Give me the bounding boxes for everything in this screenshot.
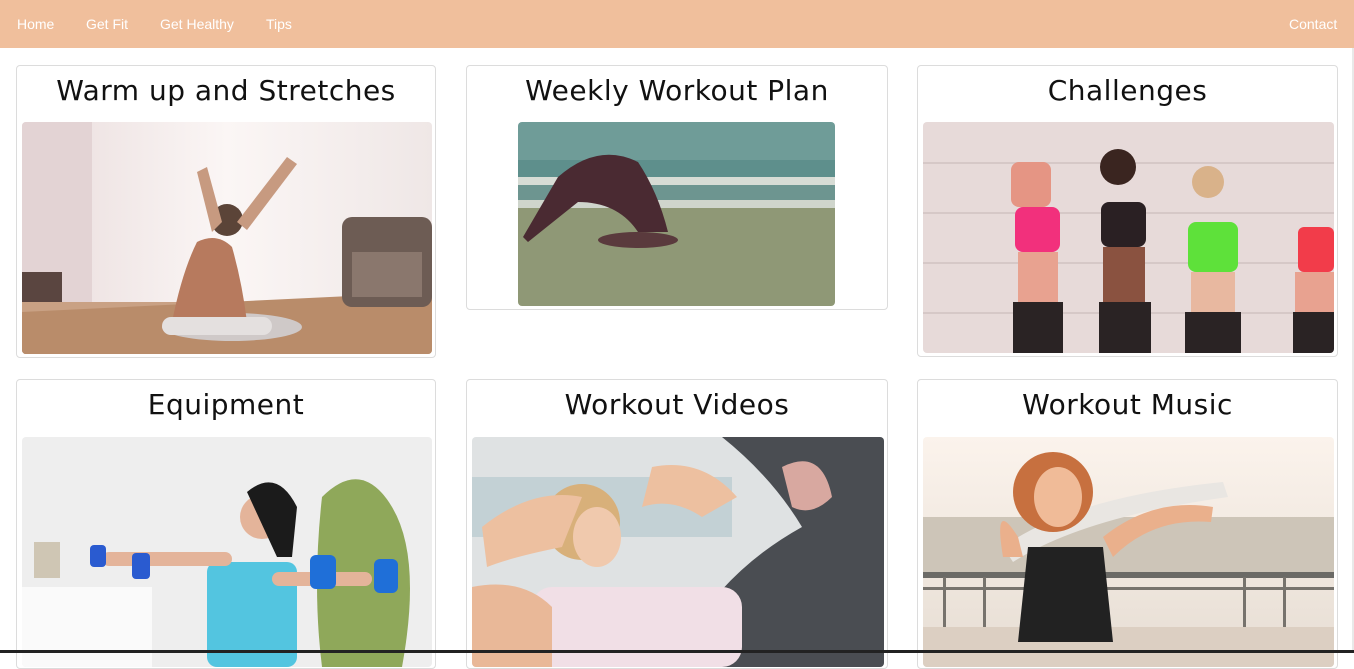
card-weekly-plan[interactable]: Weekly Workout Plan	[466, 65, 888, 310]
card-warm-up[interactable]: Warm up and Stretches	[16, 65, 436, 358]
towel-woman-photo[interactable]	[923, 437, 1334, 667]
nav-get-fit-link[interactable]: Get Fit	[86, 16, 128, 32]
nav-get-healthy-link[interactable]: Get Healthy	[160, 16, 234, 32]
card-title: Workout Videos	[564, 388, 790, 421]
card-title: Workout Music	[1022, 388, 1233, 421]
situp-woman-photo[interactable]	[472, 437, 884, 667]
card-workout-music[interactable]: Workout Music	[917, 379, 1338, 669]
card-equipment[interactable]: Equipment	[16, 379, 436, 669]
nav-home-link[interactable]: Home	[17, 16, 54, 32]
card-workout-videos[interactable]: Workout Videos	[466, 379, 888, 669]
top-navbar: Home Get Fit Get Healthy Tips Contact	[0, 0, 1354, 48]
nav-contact-link[interactable]: Contact	[1289, 16, 1337, 32]
card-challenges[interactable]: Challenges	[917, 65, 1338, 357]
stretching-woman-photo[interactable]	[22, 122, 432, 354]
card-title: Weekly Workout Plan	[525, 74, 829, 107]
card-title: Equipment	[147, 388, 305, 421]
card-title: Warm up and Stretches	[56, 74, 396, 107]
challenge-group-photo[interactable]	[923, 122, 1334, 353]
dumbbell-woman-photo[interactable]	[22, 437, 432, 667]
card-title: Challenges	[1047, 74, 1208, 107]
beach-workout-photo[interactable]	[518, 122, 835, 306]
nav-tips-link[interactable]: Tips	[266, 16, 292, 32]
